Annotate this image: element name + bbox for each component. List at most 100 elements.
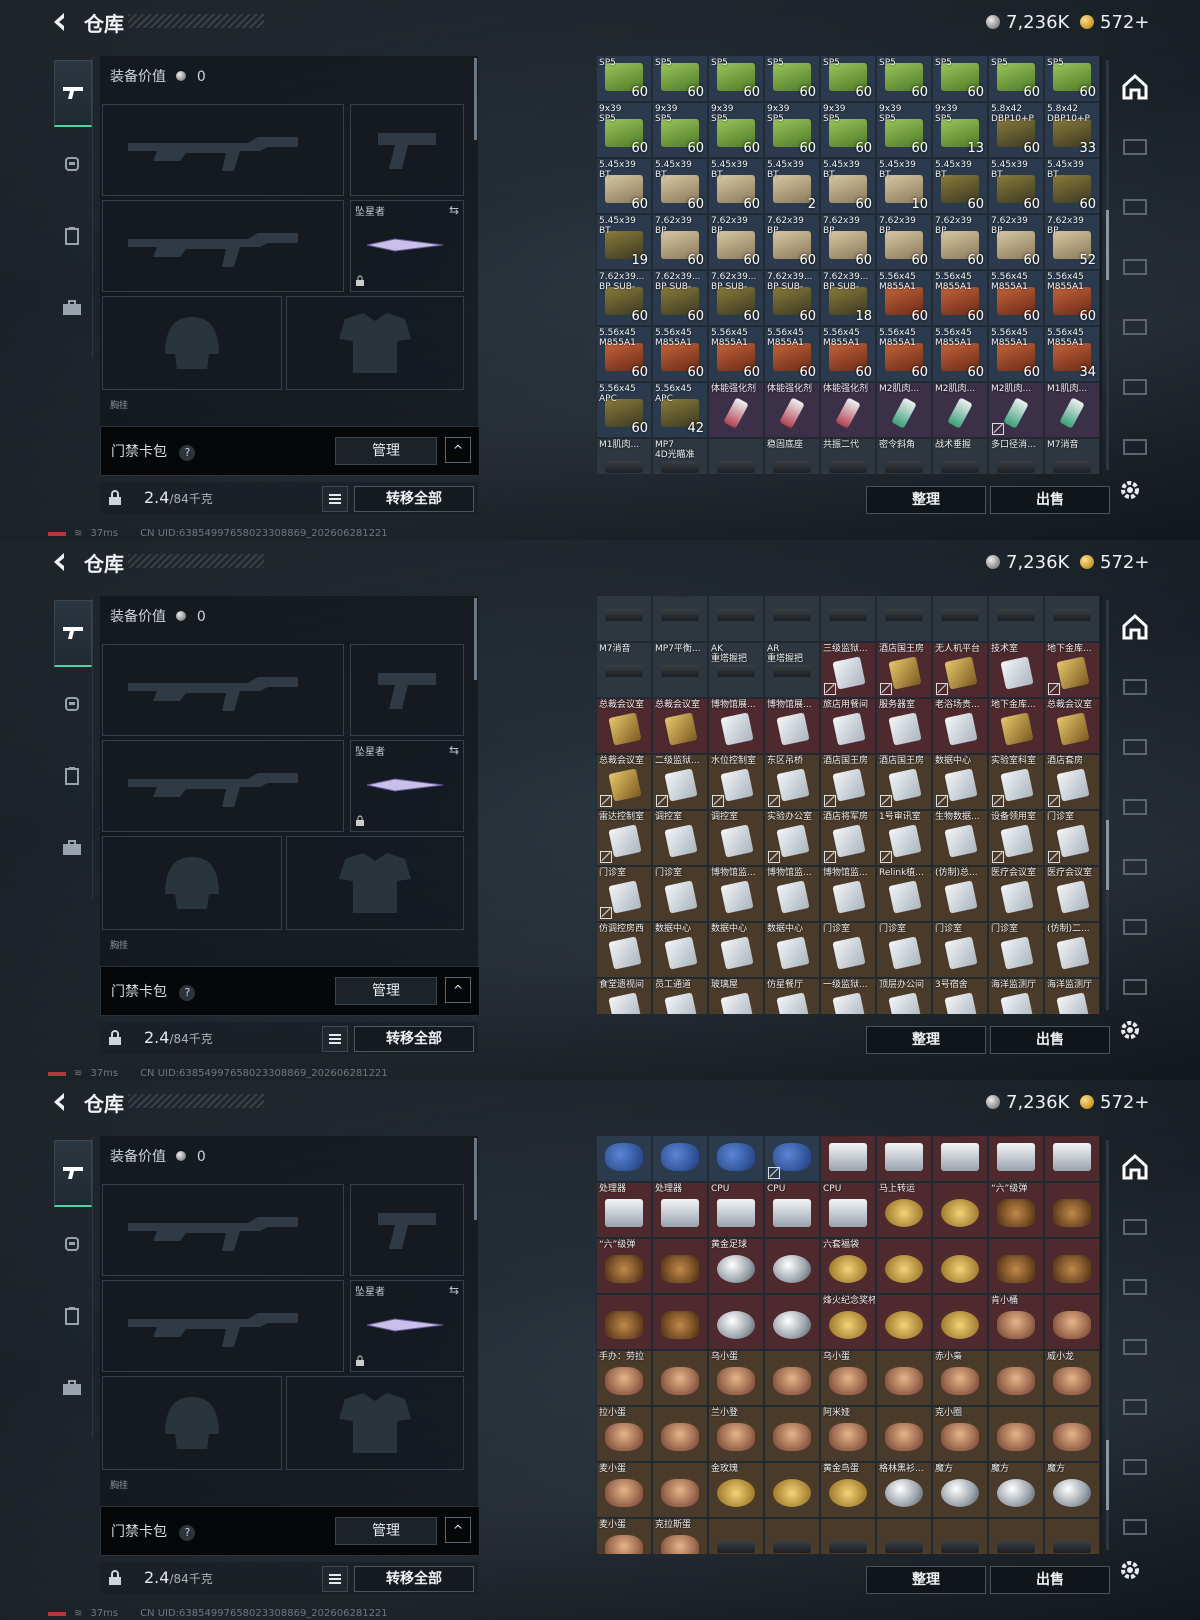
inventory-item[interactable]: 5.56x45 M855A1 60 <box>988 326 1044 382</box>
tab-armor[interactable] <box>54 132 90 196</box>
list-view-button[interactable] <box>322 486 348 512</box>
inventory-item[interactable]: 7.62x39 BP 60 <box>876 214 932 270</box>
inventory-item[interactable] <box>932 1238 988 1294</box>
inventory-item[interactable] <box>988 596 1044 642</box>
inventory-item[interactable]: 地下金库... <box>1044 642 1100 698</box>
inventory-item[interactable] <box>988 1350 1044 1406</box>
inventory-item[interactable]: 7.62x39... BP SUB- 60 <box>764 270 820 326</box>
inventory-item[interactable]: 3号宿舍 <box>932 978 988 1014</box>
inventory-item[interactable] <box>708 438 764 474</box>
inventory-item[interactable]: 9x39 SP5 60 <box>708 102 764 158</box>
inventory-item[interactable]: 黄金鸟蛋 <box>820 1462 876 1518</box>
inventory-item[interactable]: 医疗会议室 <box>988 866 1044 922</box>
inventory-item[interactable]: 9x39 SP5 60 <box>932 56 988 102</box>
tab-weapons[interactable] <box>54 600 92 667</box>
sort-button[interactable]: 整理 <box>866 1566 986 1594</box>
inventory-item[interactable]: 海洋监测厅 <box>1044 978 1100 1014</box>
inventory-item[interactable]: 9x39 SP5 60 <box>876 56 932 102</box>
inventory-item[interactable]: 一级监狱... <box>820 978 876 1014</box>
inventory-item[interactable]: MP7 4D光瞄准 <box>652 438 708 474</box>
inventory-item[interactable]: 5.56x45 M855A1 60 <box>596 326 652 382</box>
inventory-item[interactable]: 东区吊桥 <box>764 754 820 810</box>
loadout-scrollbar[interactable] <box>474 1138 477 1220</box>
inventory-item[interactable]: (仿制)总... <box>932 866 988 922</box>
inventory-item[interactable] <box>764 1350 820 1406</box>
settings-gear-icon[interactable] <box>1118 478 1142 502</box>
inventory-item[interactable]: 9x39 SP5 60 <box>596 102 652 158</box>
collapse-button[interactable]: ^ <box>445 437 471 463</box>
tab-armor[interactable] <box>54 672 90 736</box>
melee-slot[interactable]: 坠星者 ⇆ <box>350 1280 464 1372</box>
inventory-item[interactable]: 总裁会议室 <box>596 698 652 754</box>
inventory-item[interactable]: 技术室 <box>988 642 1044 698</box>
grid-scrollbar[interactable] <box>1106 600 1109 1010</box>
inventory-item[interactable]: Relink植... <box>876 866 932 922</box>
inventory-item[interactable]: 5.45x39 BT 19 <box>596 214 652 270</box>
gold-currency[interactable]: 572+ <box>1080 10 1149 34</box>
inventory-item[interactable]: “六”级弹 <box>988 1182 1044 1238</box>
sell-button[interactable]: 出售 <box>990 1566 1110 1594</box>
tab-armor[interactable] <box>54 1212 90 1276</box>
inventory-item[interactable]: 食堂遗视间 <box>596 978 652 1014</box>
inventory-item[interactable]: 设备领用室 <box>988 810 1044 866</box>
inventory-item[interactable]: 5.45x39 BT 60 <box>652 158 708 214</box>
storage-page-icon[interactable] <box>1120 1212 1150 1242</box>
inventory-item[interactable] <box>932 1182 988 1238</box>
primary-weapon-slot[interactable] <box>102 104 344 196</box>
inventory-item[interactable]: 5.45x39 BT 60 <box>596 158 652 214</box>
inventory-item[interactable] <box>876 596 932 642</box>
inventory-item[interactable] <box>764 1518 820 1554</box>
inventory-item[interactable]: MP7平衡... <box>652 642 708 698</box>
melee-slot[interactable]: 坠星者 ⇆ <box>350 200 464 292</box>
inventory-item[interactable]: 海洋监测厅 <box>988 978 1044 1014</box>
sidearm-slot[interactable] <box>350 1184 464 1276</box>
inventory-item[interactable]: 处理器 <box>932 1136 988 1182</box>
inventory-item[interactable]: 顶层办公间 <box>876 978 932 1014</box>
inventory-item[interactable]: 5.8x42 DBP10+P 60 <box>988 102 1044 158</box>
inventory-item[interactable]: 9x39 SP5 60 <box>820 102 876 158</box>
settings-gear-icon[interactable] <box>1118 1018 1142 1042</box>
inventory-item[interactable]: 5.56x45 M855A1 60 <box>652 326 708 382</box>
storage-page-icon[interactable] <box>1120 312 1150 342</box>
inventory-item[interactable]: 1号审讯室 <box>876 810 932 866</box>
transfer-all-button[interactable]: 转移全部 <box>354 486 474 512</box>
armor-slot[interactable] <box>286 1376 464 1470</box>
inventory-item[interactable]: 实验室科室 <box>988 754 1044 810</box>
inventory-item[interactable]: 7.62x39... BP SUB- 18 <box>820 270 876 326</box>
inventory-item[interactable]: 多口径消... <box>988 438 1044 474</box>
inventory-item[interactable]: 酒店国王房 <box>820 754 876 810</box>
inventory-item[interactable]: 7.62x39... BP SUB- 60 <box>652 270 708 326</box>
inventory-item[interactable]: 密令斜角 <box>876 438 932 474</box>
inventory-item[interactable]: 9x39 SP5 60 <box>988 56 1044 102</box>
inventory-item[interactable]: CPU <box>820 1182 876 1238</box>
inventory-item[interactable]: 麦小蛋 <box>596 1518 652 1554</box>
inventory-item[interactable]: 9x39 SP5 60 <box>652 102 708 158</box>
storage-page-icon[interactable] <box>1120 372 1150 402</box>
inventory-item[interactable] <box>764 596 820 642</box>
inventory-item[interactable] <box>764 1136 820 1182</box>
inventory-item[interactable]: 博物馆监... <box>764 866 820 922</box>
inventory-item[interactable] <box>932 596 988 642</box>
inventory-item[interactable]: 处理器 <box>820 1136 876 1182</box>
inventory-item[interactable]: 7.62x39 BP 60 <box>764 214 820 270</box>
manage-button[interactable]: 管理 <box>335 1517 437 1545</box>
inventory-item[interactable]: 9x39 SP5 60 <box>708 56 764 102</box>
primary-weapon-slot[interactable] <box>102 644 344 736</box>
inventory-item[interactable]: 5.45x39 BT 60 <box>820 158 876 214</box>
helmet-slot[interactable] <box>102 836 282 930</box>
inventory-item[interactable]: 5.56x45 M855A1 60 <box>876 326 932 382</box>
inventory-item[interactable]: 六套福袋 <box>820 1238 876 1294</box>
inventory-item[interactable]: 5.56x45 M855A1 60 <box>820 326 876 382</box>
melee-slot[interactable]: 坠星者 ⇆ <box>350 740 464 832</box>
swap-icon[interactable]: ⇆ <box>449 743 459 757</box>
storage-page-icon[interactable] <box>1120 432 1150 462</box>
inventory-item[interactable]: 兰小登 <box>708 1406 764 1462</box>
inventory-item[interactable]: 旅店用餐间 <box>820 698 876 754</box>
inventory-item[interactable]: 9x39 SP5 60 <box>820 56 876 102</box>
inventory-item[interactable]: 酒店国王房 <box>876 754 932 810</box>
inventory-item[interactable]: 员工通道 <box>652 978 708 1014</box>
inventory-item[interactable]: 博物馆展... <box>708 698 764 754</box>
tab-gear[interactable] <box>54 744 90 808</box>
grid-scroll-thumb[interactable] <box>1106 1440 1109 1510</box>
inventory-item[interactable] <box>596 596 652 642</box>
